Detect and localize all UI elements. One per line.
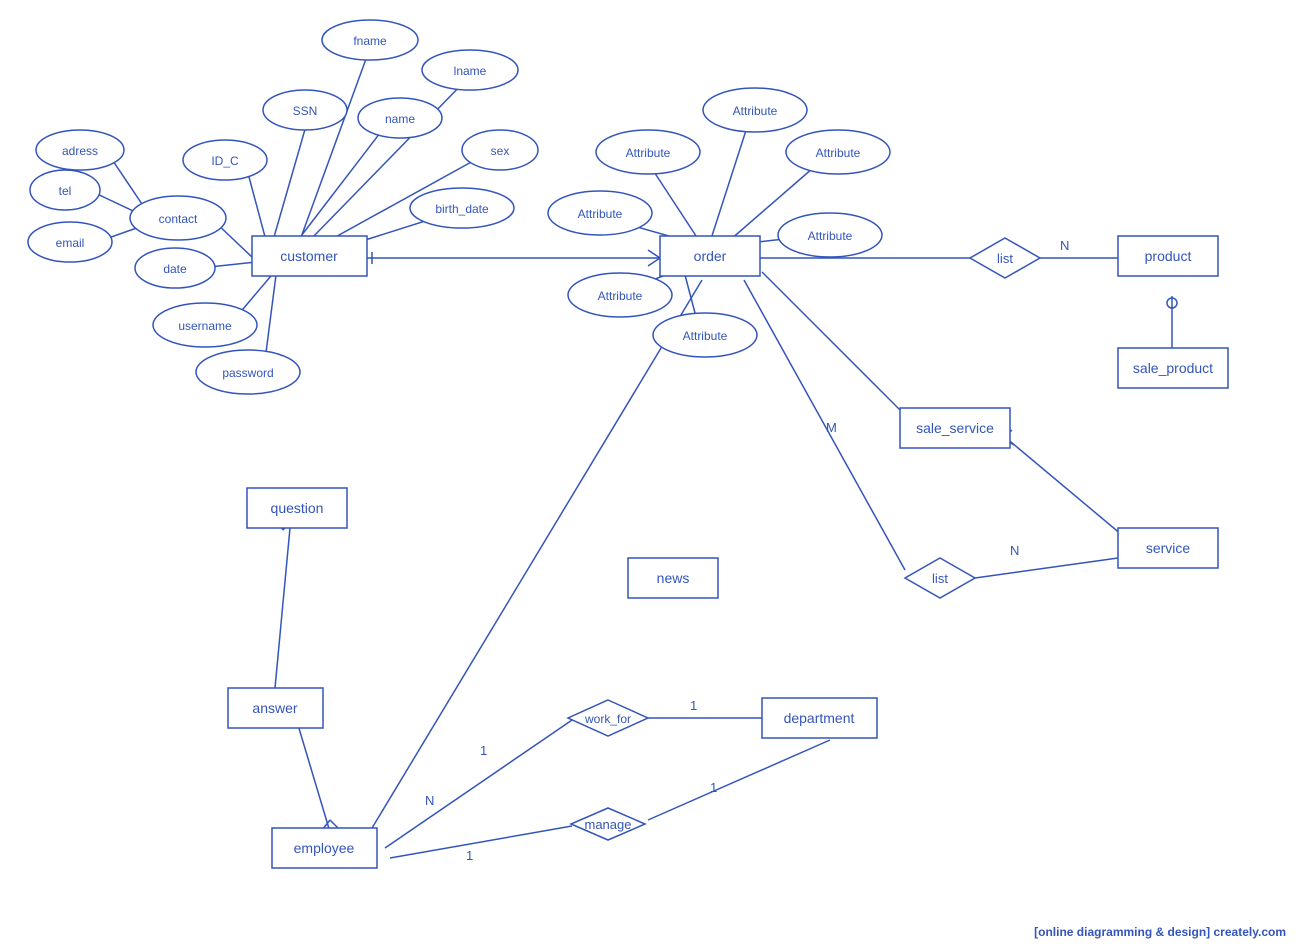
svg-text:1: 1 — [466, 848, 473, 863]
attr-order-3-label: Attribute — [626, 146, 671, 160]
attr-username-label: username — [178, 319, 232, 333]
entity-service-label: service — [1146, 540, 1191, 556]
entity-customer-label: customer — [280, 248, 338, 264]
er-diagram-canvas: M N M N N 1 1 1 — [0, 0, 1302, 951]
svg-text:N: N — [1060, 238, 1069, 253]
attr-date-label: date — [163, 262, 187, 276]
attr-order-7-label: Attribute — [683, 329, 728, 343]
relationship-list2-label: list — [932, 571, 948, 586]
entity-question-label: question — [271, 500, 324, 516]
er-diagram-svg: M N M N N 1 1 1 — [0, 0, 1302, 951]
entity-sale-product-label: sale_product — [1133, 360, 1213, 376]
attr-birthdate-label: birth_date — [435, 202, 489, 216]
svg-text:1: 1 — [690, 698, 697, 713]
watermark: [online diagramming & design] creately.c… — [1034, 925, 1286, 939]
attr-order-1-label: Attribute — [733, 104, 778, 118]
attr-adress-label: adress — [62, 144, 98, 158]
svg-text:1: 1 — [480, 743, 487, 758]
attr-order-4-label: Attribute — [578, 207, 623, 221]
attr-password-label: password — [222, 366, 273, 380]
entity-department-label: department — [784, 710, 855, 726]
watermark-brand: creately — [1214, 925, 1258, 939]
attr-contact-label: contact — [159, 212, 198, 226]
attr-email-label: email — [56, 236, 85, 250]
relationship-list1-label: list — [997, 251, 1013, 266]
entity-employee-label: employee — [294, 840, 355, 856]
entity-sale-service-label: sale_service — [916, 420, 994, 436]
svg-text:N: N — [1010, 543, 1019, 558]
entity-order-label: order — [694, 248, 727, 264]
attr-idc-label: ID_C — [211, 154, 239, 168]
svg-text:1: 1 — [710, 780, 717, 795]
attr-order-5-label: Attribute — [808, 229, 853, 243]
svg-text:N: N — [425, 793, 434, 808]
attr-fname-label: fname — [353, 34, 387, 48]
attr-ssn-label: SSN — [293, 104, 318, 118]
attr-tel-label: tel — [59, 184, 72, 198]
svg-text:M: M — [826, 420, 837, 435]
relationship-manage-label: manage — [585, 817, 632, 832]
entity-answer-label: answer — [252, 700, 297, 716]
attr-lname-label: lname — [454, 64, 487, 78]
attr-name-label: name — [385, 112, 415, 126]
attr-order-6-label: Attribute — [598, 289, 643, 303]
watermark-prefix: [online diagramming & design] — [1034, 925, 1210, 939]
relationship-work-for-label: work_for — [584, 712, 631, 726]
attr-sex-label: sex — [491, 144, 510, 158]
attr-order-2-label: Attribute — [816, 146, 861, 160]
entity-product-label: product — [1145, 248, 1192, 264]
entity-news-label: news — [657, 570, 690, 586]
watermark-suffix: .com — [1258, 925, 1286, 939]
